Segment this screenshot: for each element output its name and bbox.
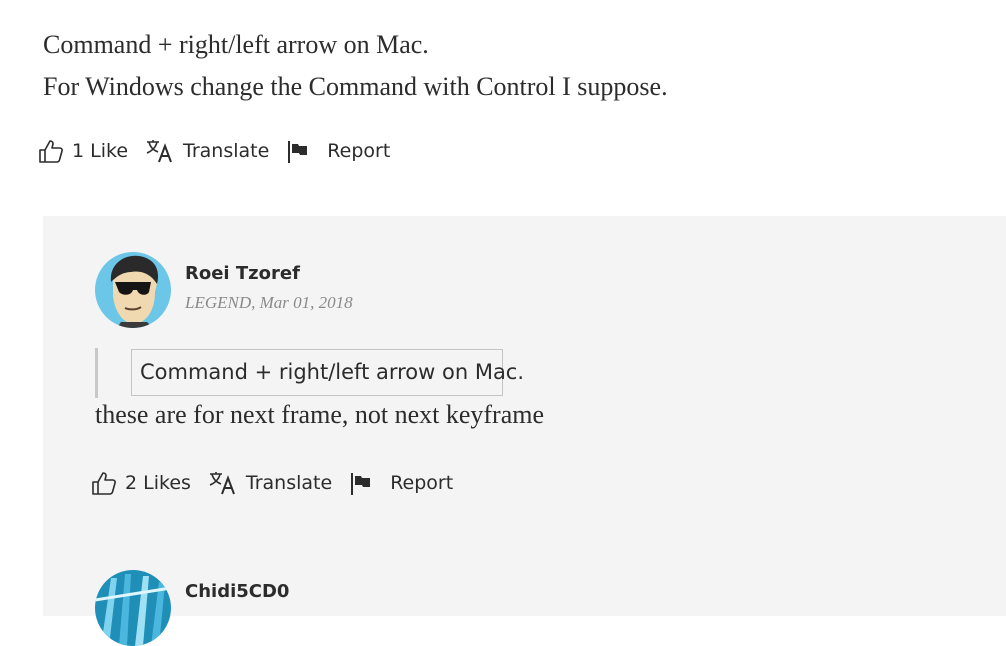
quoted-text: Command + right/left arrow on Mac.: [131, 349, 524, 396]
translate-button[interactable]: Translate: [208, 470, 332, 496]
post-line: Command + right/left arrow on Mac.: [43, 30, 429, 59]
translate-label: Translate: [183, 140, 270, 162]
flag-icon: [286, 138, 312, 164]
reply-date: , Mar 01, 2018: [251, 293, 353, 312]
post-line: For Windows change the Command with Cont…: [43, 72, 668, 101]
reply-meta: LEGEND, Mar 01, 2018: [185, 293, 353, 313]
post-body: Command + right/left arrow on Mac. For W…: [43, 24, 943, 108]
flag-icon: [349, 470, 375, 496]
report-button[interactable]: Report: [349, 470, 453, 496]
author-badge: LEGEND: [185, 293, 252, 312]
reply-author-name[interactable]: Roei Tzoref: [185, 263, 300, 284]
translate-button[interactable]: Translate: [145, 138, 269, 164]
like-count: 1 Like: [72, 140, 129, 162]
like-button[interactable]: 1 Like: [38, 138, 128, 164]
report-button[interactable]: Report: [286, 138, 390, 164]
quote-bar: [95, 348, 98, 398]
reply-card: Roei Tzoref LEGEND, Mar 01, 2018 Command…: [43, 216, 1006, 646]
reply-actions: 2 Likes Translate Report: [91, 470, 453, 496]
translate-label: Translate: [245, 472, 333, 494]
avatar[interactable]: [95, 252, 171, 328]
like-count: 2 Likes: [125, 472, 191, 494]
report-label: Report: [327, 140, 391, 162]
reply-body: these are for next frame, not next keyfr…: [95, 400, 545, 429]
report-label: Report: [390, 472, 454, 494]
post-actions: 1 Like Translate Report: [38, 138, 390, 164]
translate-icon: [145, 138, 175, 164]
thumbs-up-icon: [38, 138, 64, 164]
avatar[interactable]: [95, 570, 171, 646]
thumbs-up-icon: [91, 470, 117, 496]
like-button[interactable]: 2 Likes: [91, 470, 191, 496]
translate-icon: [208, 470, 238, 496]
